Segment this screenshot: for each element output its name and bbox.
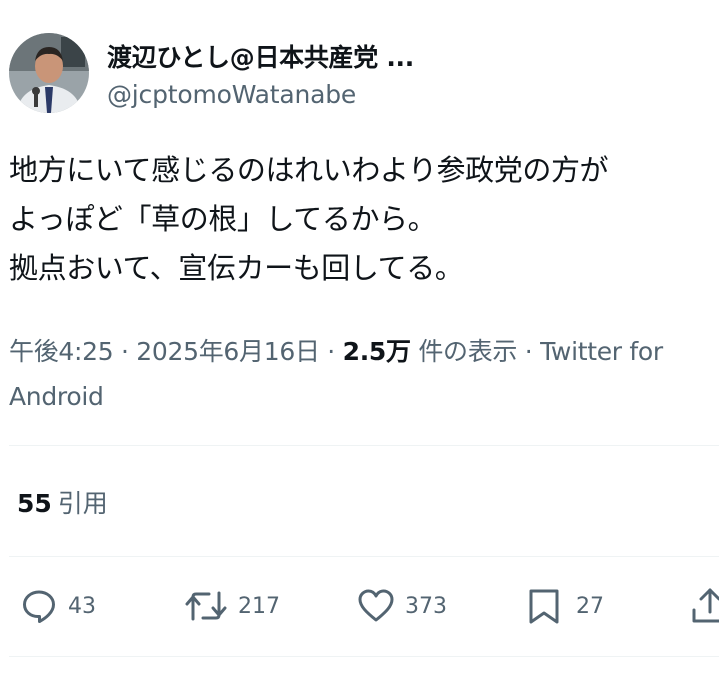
reply-icon <box>19 586 59 626</box>
tweet-text: 地方にいて感じるのはれいわより参政党の方が よっぽど「草の根」してるから。 拠点… <box>9 146 719 293</box>
like-count: 373 <box>405 593 447 619</box>
bookmark-button[interactable]: 27 <box>526 586 604 626</box>
quotes-count: 55 <box>17 489 52 518</box>
bookmark-count: 27 <box>576 593 604 619</box>
retweet-icon <box>183 586 229 626</box>
divider <box>9 556 719 557</box>
divider <box>9 445 719 446</box>
retweet-button[interactable]: 217 <box>183 586 280 626</box>
divider <box>9 656 719 657</box>
retweet-count: 217 <box>238 593 280 619</box>
tweet-metadata: 午後4:25 · 2025年6月16日 · 2.5万 件の表示 · Twitte… <box>9 329 719 419</box>
tweet-line: よっぽど「草の根」してるから。 <box>9 202 437 236</box>
separator: · <box>319 337 343 366</box>
share-button[interactable] <box>690 586 719 626</box>
quotes-label: 引用 <box>57 489 108 518</box>
reply-count: 43 <box>68 593 96 619</box>
views-count: 2.5万 <box>342 337 411 366</box>
bookmark-icon <box>526 586 562 626</box>
reply-button[interactable]: 43 <box>19 586 96 626</box>
tweet-line: 拠点おいて、宣伝カーも回してる。 <box>9 251 464 285</box>
tweet-date[interactable]: 2025年6月16日 <box>136 337 320 366</box>
avatar[interactable] <box>9 33 89 113</box>
separator: · <box>517 337 541 366</box>
author-handle[interactable]: @jcptomoWatanabe <box>107 80 356 109</box>
tweet-line: 地方にいて感じるのはれいわより参政党の方が <box>9 153 609 187</box>
heart-icon <box>356 586 396 626</box>
tweet-time[interactable]: 午後4:25 <box>9 337 114 366</box>
author-display-name[interactable]: 渡辺ひとし@日本共産党 ... <box>107 38 414 74</box>
separator: · <box>113 337 137 366</box>
share-icon <box>690 586 719 626</box>
quotes-link[interactable]: 55 引用 <box>17 484 108 520</box>
views-label: 件の表示 <box>410 337 518 366</box>
like-button[interactable]: 373 <box>356 586 447 626</box>
